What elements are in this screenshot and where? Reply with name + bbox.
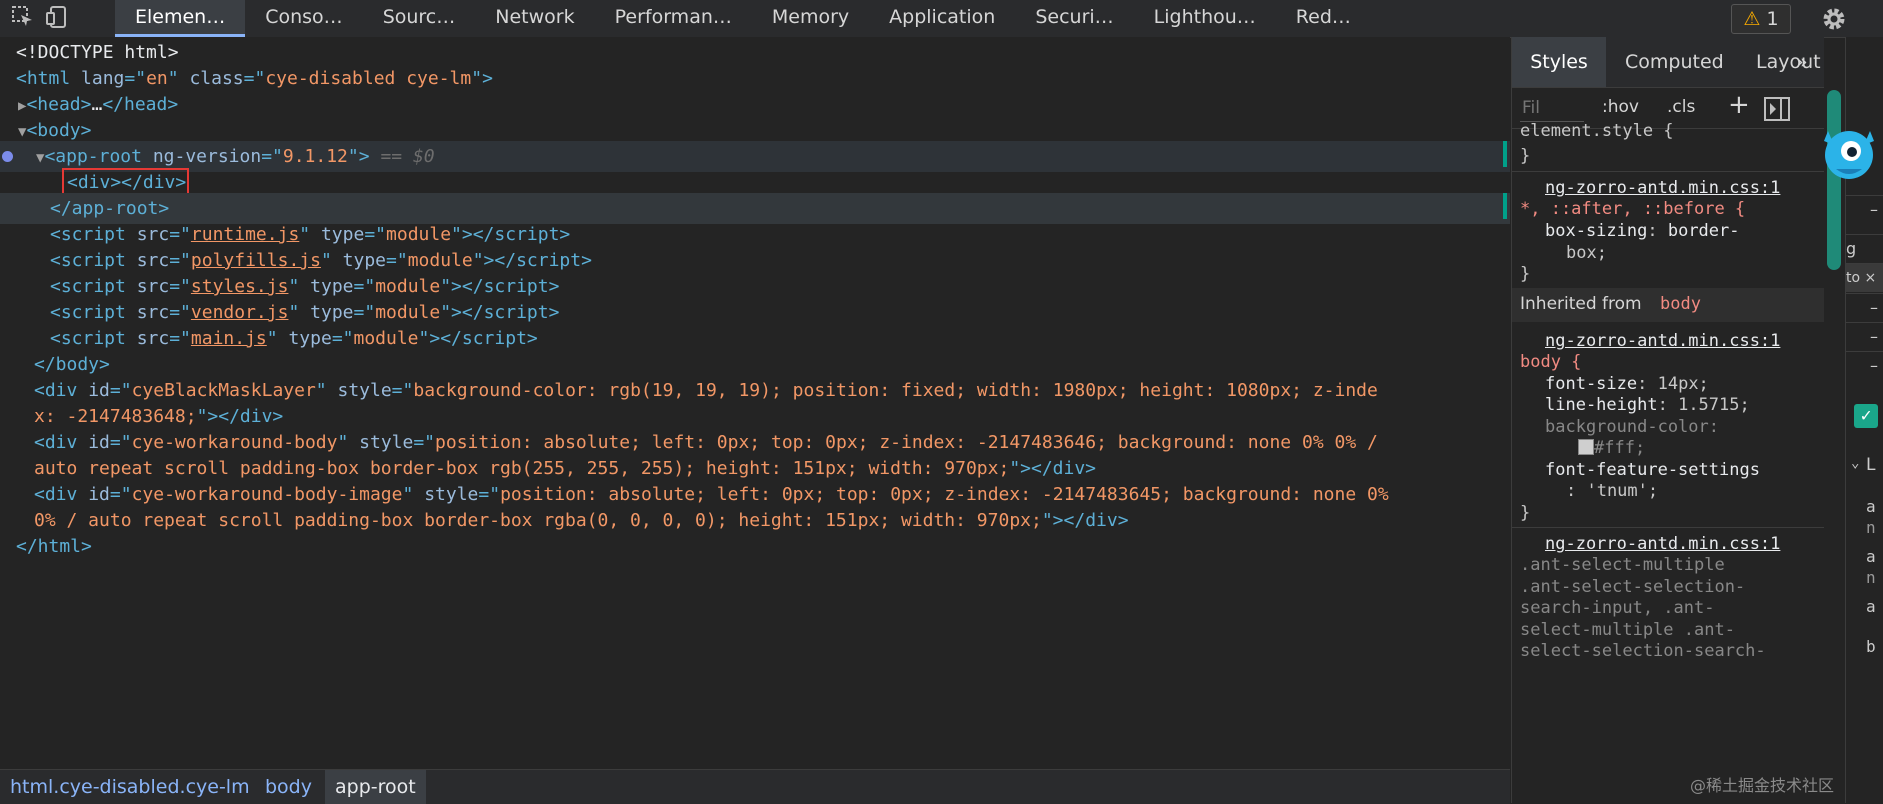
tab-7[interactable]: Securi… [1015, 0, 1133, 37]
tab-computed[interactable]: Computed [1625, 37, 1724, 87]
expand-triangle-icon[interactable]: ▶ [0, 98, 26, 114]
device-toolbar-icon[interactable] [44, 4, 70, 30]
styles-tabs: Styles Computed Layout » [1512, 37, 1824, 88]
rs-label: a [1866, 497, 1876, 516]
rs-item: to × [1846, 263, 1883, 292]
styles-panel: Styles Computed Layout » :hov .cls + ele… [1511, 37, 1824, 803]
close-brace: } [1520, 146, 1531, 166]
devtools-tabs: Elemen… Conso… Sourc… Network Performan… Memo… [115, 0, 1371, 37]
divider [1512, 171, 1824, 172]
more-tabs-icon[interactable]: » [1796, 37, 1808, 87]
mascot-icon [1824, 131, 1874, 179]
rs-item: – [1846, 195, 1883, 223]
breadcrumb-html[interactable]: html.cye-disabled.cye-lm [0, 770, 260, 804]
breadcrumb-app-root[interactable]: app-root [325, 770, 426, 804]
inspect-element-icon[interactable] [10, 4, 36, 30]
cls-toggle[interactable]: .cls [1667, 97, 1695, 117]
breadcrumb: html.cye-disabled.cye-lm body app-root [0, 769, 1510, 804]
tab-6[interactable]: Application [869, 0, 1015, 37]
rs-item: – [1846, 322, 1883, 350]
rs-label: n [1866, 568, 1876, 587]
tab-layout[interactable]: Layout [1756, 37, 1821, 87]
element-style-selector[interactable]: element.style { [1520, 119, 1674, 144]
gear-icon[interactable] [1820, 5, 1848, 33]
close-brace: } [1520, 503, 1531, 523]
watermark: @稀土掘金技术社区 [1690, 776, 1835, 795]
styles-filter-input[interactable] [1520, 95, 1584, 122]
inherited-label: Inherited from [1520, 294, 1642, 314]
rs-label: L [1866, 455, 1876, 475]
highlight-box [62, 168, 189, 196]
tab-0[interactable]: Elemen… [115, 0, 246, 37]
rs-label: n [1866, 518, 1876, 537]
ffs-value: : 'tnum'; [1566, 481, 1659, 501]
warning-icon: ⚠ [1743, 8, 1761, 30]
tab-2[interactable]: Sourc… [363, 0, 476, 37]
rs-item: – [1846, 293, 1883, 321]
tab-9[interactable]: Red… [1276, 0, 1371, 37]
tab-3[interactable]: Network [475, 0, 594, 37]
inherited-header: Inherited from body [1512, 288, 1824, 322]
devtools-toolbar: Elemen… Conso… Sourc… Network Performan… Memo… [0, 0, 1883, 38]
rs-label: a [1866, 597, 1876, 616]
checkbox-checked-icon[interactable]: ✓ [1854, 404, 1878, 428]
ant-selector-5: select-selection-search- [1520, 641, 1766, 661]
collapse-triangle-icon[interactable]: ▼ [0, 124, 26, 140]
tab-5[interactable]: Memory [752, 0, 869, 37]
rs-item: – [1846, 351, 1883, 379]
rs-label: a [1866, 547, 1876, 566]
tab-1[interactable]: Conso… [245, 0, 362, 37]
color-swatch[interactable] [1578, 439, 1594, 455]
breadcrumb-body[interactable]: body [255, 770, 322, 804]
selection-indicator [1503, 141, 1507, 167]
selection-indicator [1503, 193, 1507, 219]
hov-toggle[interactable]: :hov [1602, 97, 1639, 117]
tab-8[interactable]: Lighthou… [1134, 0, 1276, 37]
box-sizing-cont: box; [1566, 243, 1607, 263]
divider [1512, 527, 1824, 528]
warnings-counter[interactable]: ⚠ 1 [1731, 4, 1791, 34]
rs-item: g [1846, 234, 1883, 263]
chevron-down-icon[interactable]: ⌄ [1851, 455, 1859, 471]
selected-node-dot [2, 151, 13, 162]
inherited-element-link[interactable]: body [1660, 294, 1701, 314]
tab-4[interactable]: Performan… [595, 0, 752, 37]
tab-styles[interactable]: Styles [1512, 37, 1606, 87]
rs-label: b [1866, 637, 1876, 656]
new-rule-icon[interactable]: + [1728, 90, 1750, 120]
toggle-sidebar-icon[interactable] [1764, 97, 1790, 121]
dom-line-html-close[interactable]: </html> [0, 531, 1510, 562]
dom-tree: <!DOCTYPE html> <html lang="en" class="c… [0, 37, 1510, 769]
close-brace: } [1520, 264, 1531, 284]
warning-count: 1 [1766, 8, 1779, 30]
